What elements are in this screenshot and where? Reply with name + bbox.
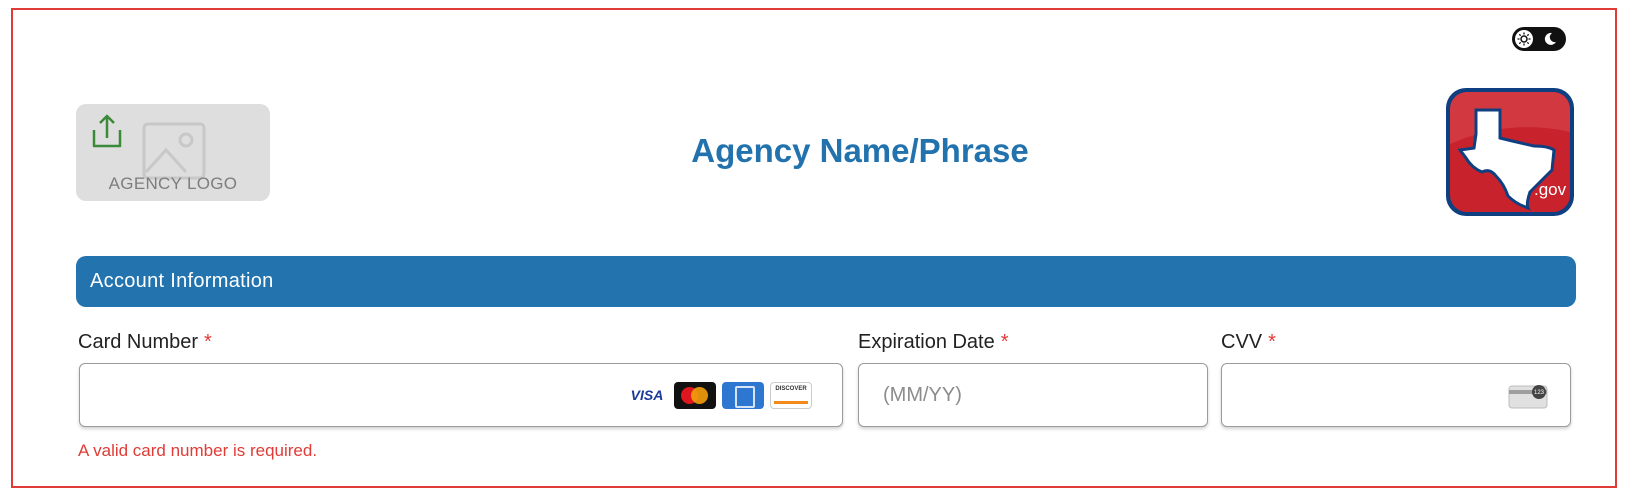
- svg-text:123: 123: [1534, 390, 1545, 396]
- cvv-label: CVV *: [1221, 331, 1276, 353]
- card-number-field: VISA DISCOVER: [79, 363, 843, 427]
- card-cvv-icon: 123: [1508, 385, 1548, 409]
- mastercard-icon: [674, 381, 716, 409]
- discover-icon: DISCOVER: [770, 381, 812, 409]
- theme-toggle[interactable]: [1512, 27, 1566, 51]
- card-number-error: A valid card number is required.: [78, 441, 318, 460]
- amex-icon: [722, 381, 764, 409]
- image-placeholder-icon: [142, 122, 206, 180]
- agency-logo-label: AGENCY LOGO: [108, 174, 238, 193]
- expiration-date-input[interactable]: [859, 364, 1207, 426]
- required-marker: *: [1268, 331, 1276, 353]
- texas-gov-logo: .gov: [1446, 88, 1574, 216]
- section-title: Account Information: [90, 270, 274, 292]
- expiration-date-label: Expiration Date *: [858, 331, 1009, 353]
- cvv-field: 123: [1221, 363, 1571, 427]
- visa-icon: VISA: [626, 381, 668, 409]
- card-number-label: Card Number *: [78, 331, 212, 353]
- expiration-date-field: [858, 363, 1208, 427]
- sun-icon: [1515, 30, 1533, 48]
- upload-icon: [92, 114, 122, 148]
- card-brand-icons: VISA DISCOVER: [626, 381, 812, 409]
- required-marker: *: [204, 331, 212, 353]
- agency-logo-upload[interactable]: AGENCY LOGO: [76, 104, 270, 201]
- section-header-account-information: Account Information: [76, 256, 1576, 307]
- gov-badge-text: .gov: [1534, 180, 1567, 199]
- moon-icon: [1544, 32, 1556, 45]
- page-title: Agency Name/Phrase: [691, 132, 1029, 169]
- required-marker: *: [1000, 331, 1009, 353]
